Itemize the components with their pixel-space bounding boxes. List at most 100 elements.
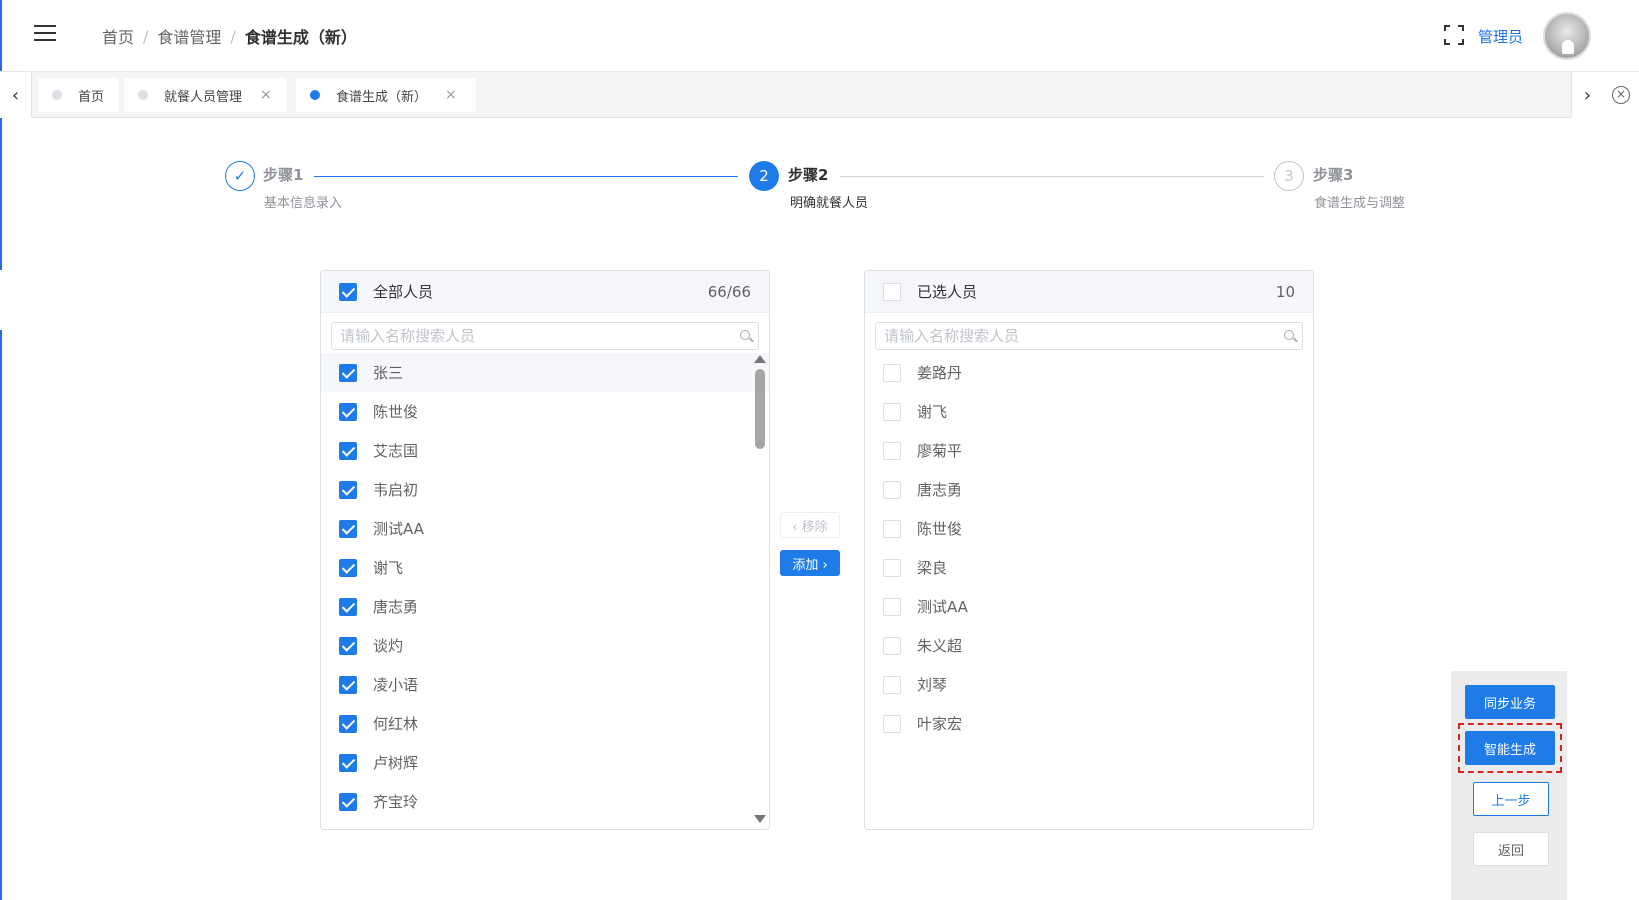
action-panel: 同步业务 智能生成 上一步 返回: [1451, 671, 1567, 900]
item-checkbox[interactable]: [339, 636, 357, 655]
list-item[interactable]: 张三: [321, 353, 769, 392]
list-item[interactable]: 凌小语: [321, 665, 769, 704]
previous-step-button[interactable]: 上一步: [1473, 782, 1549, 816]
item-checkbox[interactable]: [883, 714, 901, 733]
item-label: 廖菊平: [917, 442, 963, 460]
item-checkbox[interactable]: [883, 636, 901, 655]
item-checkbox[interactable]: [339, 792, 357, 811]
breadcrumb-home[interactable]: 首页: [102, 24, 134, 48]
selected-persons-panel: 已选人员 10 姜路丹 谢飞 廖菊平 唐志勇 陈世俊 梁良 测试AA 朱义超 刘…: [864, 270, 1314, 830]
item-label: 陈世俊: [373, 403, 419, 421]
list-item[interactable]: 姜路丹: [865, 353, 1313, 392]
tab-recipe-generation[interactable]: 食谱生成（新） ×: [296, 78, 476, 112]
list-item[interactable]: 谢飞: [321, 548, 769, 587]
list-item[interactable]: 梁良: [865, 548, 1313, 587]
breadcrumb-separator: /: [230, 26, 236, 46]
top-header: 首页 / 食谱管理 / 食谱生成（新） 管理员: [0, 0, 1639, 72]
item-checkbox[interactable]: [883, 519, 901, 538]
list-item[interactable]: 唐志勇: [321, 587, 769, 626]
scrollbar-thumb[interactable]: [755, 369, 765, 449]
smart-generate-button[interactable]: 智能生成: [1465, 731, 1555, 765]
step-2-active-icon: 2: [749, 161, 779, 191]
breadcrumb-current: 食谱生成（新）: [244, 28, 357, 47]
tab-home[interactable]: 首页: [38, 78, 118, 112]
list-item[interactable]: 朱义超: [865, 626, 1313, 665]
list-item[interactable]: 唐志勇: [865, 470, 1313, 509]
list-item[interactable]: 陈世俊: [321, 392, 769, 431]
item-checkbox[interactable]: [883, 675, 901, 694]
item-checkbox[interactable]: [339, 480, 357, 499]
item-label: 姜路丹: [917, 364, 963, 382]
item-checkbox[interactable]: [883, 363, 901, 382]
user-name[interactable]: 管理员: [1478, 26, 1523, 47]
item-checkbox[interactable]: [339, 558, 357, 577]
item-label: 张三: [373, 364, 404, 382]
item-checkbox[interactable]: [339, 441, 357, 460]
list-item[interactable]: 陈世俊: [865, 509, 1313, 548]
list-item[interactable]: 刘琴: [865, 665, 1313, 704]
breadcrumb: 首页 / 食谱管理 / 食谱生成（新）: [102, 24, 357, 48]
select-all-checkbox[interactable]: [883, 282, 901, 301]
tab-close-icon[interactable]: ×: [260, 87, 272, 103]
item-label: 谢飞: [917, 403, 948, 421]
item-checkbox[interactable]: [339, 402, 357, 421]
item-label: 唐志勇: [917, 481, 963, 499]
item-checkbox[interactable]: [883, 558, 901, 577]
item-checkbox[interactable]: [883, 597, 901, 616]
item-checkbox[interactable]: [339, 714, 357, 733]
list-item[interactable]: 何红林: [321, 704, 769, 743]
fullscreen-icon[interactable]: [1444, 25, 1464, 45]
item-label: 测试AA: [917, 598, 968, 616]
select-all-checkbox[interactable]: [339, 282, 357, 301]
item-label: 刘琴: [917, 676, 948, 694]
list-item[interactable]: 韦启初: [321, 470, 769, 509]
list-item[interactable]: 艾志国: [321, 431, 769, 470]
breadcrumb-separator: /: [143, 26, 149, 46]
avatar[interactable]: [1543, 12, 1591, 60]
search-input[interactable]: [332, 323, 758, 349]
sync-business-button[interactable]: 同步业务: [1465, 685, 1555, 719]
item-checkbox[interactable]: [339, 675, 357, 694]
list-item[interactable]: 测试AA: [321, 509, 769, 548]
back-button[interactable]: 返回: [1473, 832, 1549, 866]
item-checkbox[interactable]: [339, 519, 357, 538]
item-checkbox[interactable]: [883, 480, 901, 499]
item-checkbox[interactable]: [339, 753, 357, 772]
list-item[interactable]: 谢飞: [865, 392, 1313, 431]
list-item[interactable]: 齐宝玲: [321, 782, 769, 821]
item-label: 谢飞: [373, 559, 404, 577]
tabs-scroll-left-icon[interactable]: ‹: [0, 72, 32, 118]
all-persons-panel: 全部人员 66/66 张三 陈世俊 艾志国 韦启初 测试AA 谢飞 唐志勇 谈灼…: [320, 270, 770, 830]
search-input[interactable]: [876, 323, 1302, 349]
breadcrumb-recipe-management[interactable]: 食谱管理: [157, 24, 221, 48]
search-icon: [740, 330, 750, 340]
tab-status-dot: [52, 90, 62, 100]
step-2-title: 步骤2: [788, 166, 829, 184]
panel-header: 已选人员 10: [865, 271, 1313, 313]
list-item[interactable]: 测试AA: [865, 587, 1313, 626]
tab-close-icon[interactable]: ×: [445, 87, 457, 103]
item-checkbox[interactable]: [883, 441, 901, 460]
close-all-tabs-icon[interactable]: ×: [1603, 72, 1639, 118]
item-checkbox[interactable]: [339, 363, 357, 382]
tab-diner-management[interactable]: 就餐人员管理 ×: [124, 78, 286, 112]
remove-button[interactable]: ‹ 移除: [780, 512, 840, 538]
scroll-up-arrow-icon[interactable]: [754, 355, 766, 363]
panel-title: 已选人员: [917, 283, 978, 301]
step-3-description: 食谱生成与调整: [1314, 196, 1406, 211]
list-item[interactable]: 叶家宏: [865, 704, 1313, 743]
menu-toggle-icon[interactable]: [34, 25, 56, 41]
list-item[interactable]: 卢树辉: [321, 743, 769, 782]
step-2-description: 明确就餐人员: [790, 196, 869, 211]
add-button[interactable]: 添加 ›: [780, 550, 840, 576]
item-label: 卢树辉: [373, 754, 419, 772]
list-item[interactable]: 廖菊平: [865, 431, 1313, 470]
tabs-scroll-right-icon[interactable]: ›: [1571, 72, 1603, 118]
item-checkbox[interactable]: [883, 402, 901, 421]
item-label: 凌小语: [373, 676, 419, 694]
scroll-down-arrow-icon[interactable]: [754, 815, 766, 823]
tab-label: 就餐人员管理: [164, 89, 243, 105]
list-item[interactable]: 谈灼: [321, 626, 769, 665]
item-checkbox[interactable]: [339, 597, 357, 616]
item-label: 朱义超: [917, 637, 963, 655]
